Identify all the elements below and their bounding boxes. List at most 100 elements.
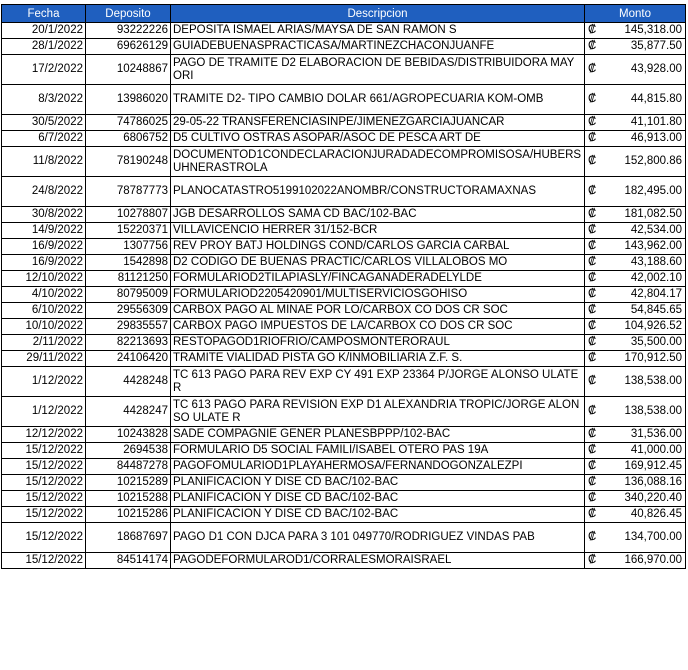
- cell-descripcion: PAGO D1 CON DJCA PARA 3 101 049770/RODRI…: [170, 522, 585, 553]
- cell-fecha: 14/9/2022: [1, 222, 86, 239]
- cell-descripcion: CARBOX PAGO AL MINAE POR LO/CARBOX CO DO…: [170, 302, 585, 319]
- cell-deposito: 10215288: [85, 490, 171, 507]
- table-row: 16/9/2022 1307756 REV PROY BATJ HOLDINGS C…: [1, 238, 686, 255]
- table-row: 11/8/2022 78190248 DOCUMENTOD1CONDECLARACI…: [1, 146, 686, 177]
- header-fecha: Fecha: [1, 4, 86, 23]
- currency-symbol: ₡: [584, 506, 601, 523]
- table-row: 15/12/2022 10215289 PLANIFICACION Y DISE C…: [1, 474, 686, 491]
- cell-deposito: 10248867: [85, 54, 171, 85]
- cell-monto: 134,700.00: [600, 522, 686, 553]
- table-row: 15/12/2022 2694538 FORMULARIO D5 SOCIAL FA…: [1, 442, 686, 459]
- cell-descripcion: FORMULARIOD2TILAPIASLY/FINCAGANADERADELY…: [170, 270, 585, 287]
- cell-descripcion: PAGOFOMULARIOD1PLAYAHERMOSA/FERNANDOGONZ…: [170, 458, 585, 475]
- cell-descripcion: TRAMITE VIALIDAD PISTA GO K/INMOBILIARIA…: [170, 350, 585, 367]
- cell-deposito: 13986020: [85, 84, 171, 115]
- table-row: 4/10/2022 80795009 FORMULARIOD2205420901/M…: [1, 286, 686, 303]
- cell-fecha: 16/9/2022: [1, 238, 86, 255]
- cell-fecha: 30/5/2022: [1, 114, 86, 131]
- cell-descripcion: SADE COMPAGNIE GENER PLANESBPPP/102-BAC: [170, 426, 585, 443]
- table-row: 6/7/2022 6806752 D5 CULTIVO OSTRAS ASOPAR/…: [1, 130, 686, 147]
- cell-monto: 41,000.00: [600, 442, 686, 459]
- cell-fecha: 1/12/2022: [1, 366, 86, 397]
- cell-fecha: 15/12/2022: [1, 442, 86, 459]
- table-row: 30/5/2022 74786025 29-05-22 TRANSFERENCIAS…: [1, 114, 686, 131]
- cell-deposito: 10278807: [85, 206, 171, 223]
- table-row: 29/11/2022 24106420 TRAMITE VIALIDAD PISTA…: [1, 350, 686, 367]
- cell-deposito: 15220371: [85, 222, 171, 239]
- cell-descripcion: PLANOCATASTRO5199102022ANOMBR/CONSTRUCTO…: [170, 176, 585, 207]
- cell-descripcion: PAGO DE TRAMITE D2 ELABORACION DE BEBIDA…: [170, 54, 585, 85]
- cell-fecha: 10/10/2022: [1, 318, 86, 335]
- cell-descripcion: RESTOPAGOD1RIOFRIO/CAMPOSMONTERORAUL: [170, 334, 585, 351]
- cell-monto: 340,220.40: [600, 490, 686, 507]
- cell-descripcion: PLANIFICACION Y DISE CD BAC/102-BAC: [170, 490, 585, 507]
- cell-monto: 166,970.00: [600, 552, 686, 569]
- cell-monto: 40,826.45: [600, 506, 686, 523]
- table-row: 12/10/2022 81121250 FORMULARIOD2TILAPIASLY…: [1, 270, 686, 287]
- currency-symbol: ₡: [584, 396, 601, 427]
- cell-descripcion: D2 CODIGO DE BUENAS PRACTIC/CARLOS VILLA…: [170, 254, 585, 271]
- table-row: 24/8/2022 78787773 PLANOCATASTRO5199102022…: [1, 176, 686, 207]
- currency-symbol: ₡: [584, 38, 601, 55]
- table-row: 15/12/2022 10215286 PLANIFICACION Y DISE C…: [1, 506, 686, 523]
- cell-fecha: 6/7/2022: [1, 130, 86, 147]
- cell-deposito: 80795009: [85, 286, 171, 303]
- cell-deposito: 10215286: [85, 506, 171, 523]
- header-monto: Monto: [584, 4, 686, 23]
- table-row: 8/3/2022 13986020 TRAMITE D2- TIPO CAMBIO …: [1, 84, 686, 115]
- cell-descripcion: 29-05-22 TRANSFERENCIASINPE/JIMENEZGARCI…: [170, 114, 585, 131]
- currency-symbol: ₡: [584, 286, 601, 303]
- table-row: 14/9/2022 15220371 VILLAVICENCIO HERRER 31…: [1, 222, 686, 239]
- cell-descripcion: DEPOSITA ISMAEL ARIAS/MAYSA DE SAN RAMON…: [170, 22, 585, 39]
- cell-fecha: 4/10/2022: [1, 286, 86, 303]
- cell-deposito: 93222226: [85, 22, 171, 39]
- table-row: 30/8/2022 10278807 JGB DESARROLLOS SAMA CD…: [1, 206, 686, 223]
- cell-descripcion: FORMULARIO D5 SOCIAL FAMILI/ISABEL OTERO…: [170, 442, 585, 459]
- cell-monto: 169,912.45: [600, 458, 686, 475]
- table-row: 17/2/2022 10248867 PAGO DE TRAMITE D2 ELAB…: [1, 54, 686, 85]
- cell-deposito: 82213693: [85, 334, 171, 351]
- cell-descripcion: PLANIFICACION Y DISE CD BAC/102-BAC: [170, 506, 585, 523]
- table-row: 6/10/2022 29556309 CARBOX PAGO AL MINAE PO…: [1, 302, 686, 319]
- cell-monto: 136,088.16: [600, 474, 686, 491]
- cell-descripcion: CARBOX PAGO IMPUESTOS DE LA/CARBOX CO DO…: [170, 318, 585, 335]
- table-row: 1/12/2022 4428247 TC 613 PAGO PARA REVISIO…: [1, 396, 686, 427]
- cell-fecha: 20/1/2022: [1, 22, 86, 39]
- cell-monto: 181,082.50: [600, 206, 686, 223]
- deposits-table: Fecha Deposito Descripcion Monto 20/1/20…: [1, 4, 686, 569]
- currency-symbol: ₡: [584, 552, 601, 569]
- header-descripcion: Descripcion: [170, 4, 585, 23]
- cell-deposito: 69626129: [85, 38, 171, 55]
- cell-deposito: 74786025: [85, 114, 171, 131]
- cell-deposito: 29835557: [85, 318, 171, 335]
- cell-deposito: 24106420: [85, 350, 171, 367]
- cell-monto: 152,800.86: [600, 146, 686, 177]
- cell-descripcion: PAGODEFORMULAROD1/CORRALESMORAISRAEL: [170, 552, 585, 569]
- cell-fecha: 15/12/2022: [1, 522, 86, 553]
- currency-symbol: ₡: [584, 176, 601, 207]
- table-row: 15/12/2022 84514174 PAGODEFORMULAROD1/CORR…: [1, 552, 686, 569]
- cell-monto: 104,926.52: [600, 318, 686, 335]
- cell-monto: 35,877.50: [600, 38, 686, 55]
- header-row: Fecha Deposito Descripcion Monto: [1, 4, 686, 23]
- table-row: 20/1/2022 93222226 DEPOSITA ISMAEL ARIAS/M…: [1, 22, 686, 39]
- cell-monto: 145,318.00: [600, 22, 686, 39]
- table-row: 2/11/2022 82213693 RESTOPAGOD1RIOFRIO/CAMP…: [1, 334, 686, 351]
- cell-descripcion: REV PROY BATJ HOLDINGS COND/CARLOS GARCI…: [170, 238, 585, 255]
- cell-monto: 35,500.00: [600, 334, 686, 351]
- table-row: 15/12/2022 18687697 PAGO D1 CON DJCA PARA …: [1, 522, 686, 553]
- currency-symbol: ₡: [584, 490, 601, 507]
- table-row: 16/9/2022 1542898 D2 CODIGO DE BUENAS PRAC…: [1, 254, 686, 271]
- cell-deposito: 1542898: [85, 254, 171, 271]
- currency-symbol: ₡: [584, 22, 601, 39]
- cell-fecha: 24/8/2022: [1, 176, 86, 207]
- cell-monto: 182,495.00: [600, 176, 686, 207]
- currency-symbol: ₡: [584, 350, 601, 367]
- cell-descripcion: GUIADEBUENASPRACTICASA/MARTINEZCHACONJUA…: [170, 38, 585, 55]
- currency-symbol: ₡: [584, 238, 601, 255]
- currency-symbol: ₡: [584, 302, 601, 319]
- table-row: 1/12/2022 4428248 TC 613 PAGO PARA REV EXP…: [1, 366, 686, 397]
- currency-symbol: ₡: [584, 222, 601, 239]
- cell-monto: 138,538.00: [600, 396, 686, 427]
- currency-symbol: ₡: [584, 474, 601, 491]
